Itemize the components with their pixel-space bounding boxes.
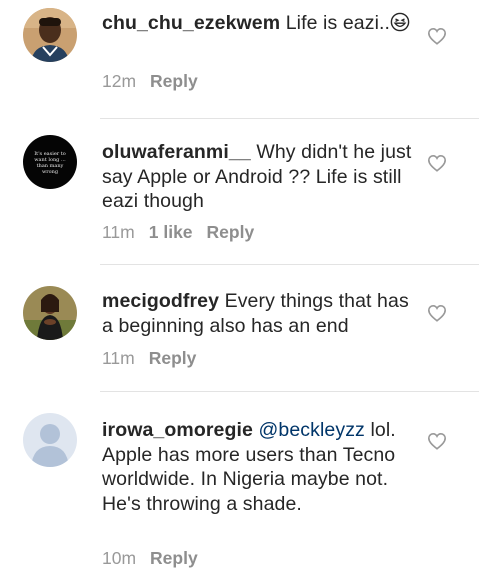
comment-meta: 11m Reply [102,348,210,369]
comment-time: 11m [102,348,135,368]
comment-body: mecigodfrey Every things that has a begi… [102,289,412,338]
comment-item: chu_chu_ezekwem Life is eazi.. 12m Reply [0,0,479,118]
reply-button[interactable]: Reply [207,222,255,242]
comment-meta: 10m Reply [102,548,212,569]
comment-text: Life is eazi.. [285,12,391,34]
comment-time: 10m [102,548,137,568]
grinning-squinting-face-icon [390,12,410,32]
heart-icon[interactable] [427,27,447,45]
comment-item: mecigodfrey Every things that has a begi… [0,265,479,391]
comment-item: It's easier to want long ... than many w… [0,119,479,265]
avatar[interactable] [23,286,77,340]
comment-username[interactable]: chu_chu_ezekwem [102,12,280,34]
comment-username[interactable]: mecigodfrey [102,290,219,312]
mention-link[interactable]: @beckleyzz [258,419,364,441]
comment-username[interactable]: irowa_omoregie [102,419,253,441]
reply-button[interactable]: Reply [150,548,198,568]
avatar[interactable]: It's easier to want long ... than many w… [23,135,77,189]
heart-icon[interactable] [427,432,447,450]
avatar[interactable] [23,413,77,467]
comment-username[interactable]: oluwaferanmi__ [102,141,251,163]
heart-icon[interactable] [427,304,447,322]
comment-body: irowa_omoregie @beckleyzz lol. Apple has… [102,418,412,516]
comment-meta: 12m Reply [102,71,212,92]
avatar-caption: It's easier to want long ... than many w… [34,151,66,175]
comment-time: 12m [102,71,137,91]
avatar[interactable] [23,8,77,62]
heart-icon[interactable] [427,154,447,172]
comment-item: irowa_omoregie @beckleyzz lol. Apple has… [0,392,479,568]
reply-button[interactable]: Reply [149,348,197,368]
reply-button[interactable]: Reply [150,71,198,91]
comment-time: 11m [102,222,135,242]
comment-body: chu_chu_ezekwem Life is eazi.. [102,11,412,36]
comment-body: oluwaferanmi__ Why didn't he just say Ap… [102,140,412,214]
comment-meta: 11m 1 like Reply [102,222,268,243]
likes-count[interactable]: 1 like [149,222,193,242]
